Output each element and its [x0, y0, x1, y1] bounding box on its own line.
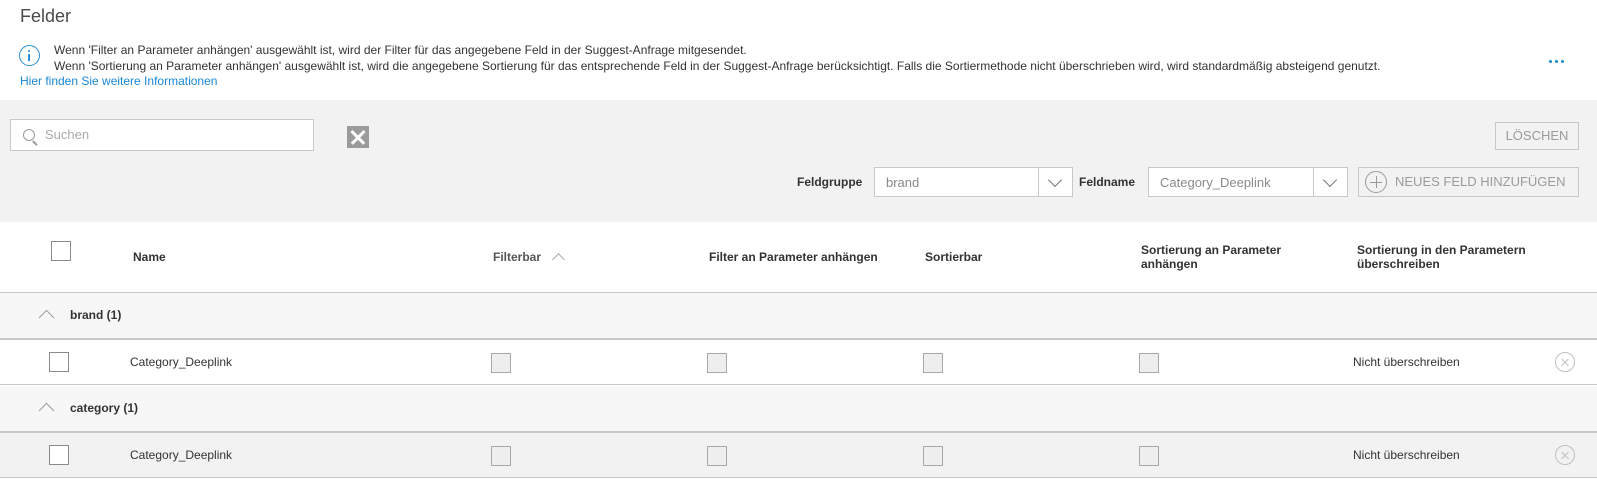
- chevron-down-icon[interactable]: [1038, 168, 1072, 196]
- search-icon: [23, 129, 35, 141]
- fieldgroup-select-value: brand: [886, 175, 920, 190]
- fieldgroup-label: Feldgruppe: [797, 175, 863, 189]
- table-row[interactable]: Category_Deeplink Nicht überschreiben: [0, 339, 1597, 385]
- clear-search-button[interactable]: [347, 126, 369, 148]
- field-name: Category_Deeplink: [130, 448, 233, 462]
- remove-icon[interactable]: [1555, 445, 1575, 465]
- select-all-checkbox[interactable]: [51, 241, 71, 261]
- fieldname-label: Feldname: [1079, 175, 1136, 189]
- sort-param-checkbox[interactable]: [1139, 353, 1159, 373]
- field-name: Category_Deeplink: [130, 355, 233, 369]
- group-label: category (1): [70, 401, 139, 415]
- toolbar: [0, 100, 1597, 222]
- table-header-row: Name Filterbar Filter an Parameter anhän…: [0, 222, 1597, 293]
- group-row[interactable]: category (1): [0, 386, 1597, 432]
- filterbar-checkbox[interactable]: [491, 446, 511, 466]
- remove-icon[interactable]: [1555, 352, 1575, 372]
- column-header-filter-param[interactable]: Filter an Parameter anhängen: [709, 250, 878, 264]
- sortierbar-checkbox[interactable]: [923, 446, 943, 466]
- column-header-sort-overwrite[interactable]: Sortierung in den Parametern überschreib…: [1357, 243, 1567, 271]
- column-header-sortierbar[interactable]: Sortierbar: [925, 250, 982, 264]
- table-row[interactable]: Category_Deeplink Nicht überschreiben: [0, 432, 1597, 478]
- column-header-filterbar[interactable]: Filterbar: [493, 250, 541, 264]
- column-header-sort-param[interactable]: Sortierung an Parameter anhängen: [1141, 243, 1331, 271]
- sort-param-checkbox[interactable]: [1139, 446, 1159, 466]
- plus-circle-icon: [1365, 171, 1387, 193]
- sort-overwrite-value[interactable]: Nicht überschreiben: [1353, 355, 1460, 369]
- search-input[interactable]: [45, 127, 305, 142]
- chevron-up-icon[interactable]: [38, 309, 55, 326]
- fieldname-select-value: Category_Deeplink: [1160, 175, 1271, 190]
- filter-param-checkbox[interactable]: [707, 353, 727, 373]
- info-icon: [19, 45, 40, 66]
- chevron-down-icon[interactable]: [1313, 168, 1347, 196]
- column-header-name[interactable]: Name: [133, 250, 166, 264]
- filter-param-checkbox[interactable]: [707, 446, 727, 466]
- add-field-label: NEUES FELD HINZUFÜGEN: [1395, 174, 1566, 189]
- info-text-line-1: Wenn 'Filter an Parameter anhängen' ausg…: [54, 43, 747, 57]
- filterbar-checkbox[interactable]: [491, 353, 511, 373]
- group-row[interactable]: brand (1): [0, 293, 1597, 339]
- sort-overwrite-value[interactable]: Nicht überschreiben: [1353, 448, 1460, 462]
- search-box[interactable]: [10, 119, 314, 151]
- more-horizontal-icon[interactable]: [1549, 60, 1567, 66]
- chevron-up-icon[interactable]: [38, 402, 55, 419]
- group-label: brand (1): [70, 308, 122, 322]
- add-field-button[interactable]: NEUES FELD HINZUFÜGEN: [1358, 167, 1579, 197]
- row-checkbox[interactable]: [49, 445, 69, 465]
- delete-button[interactable]: LÖSCHEN: [1495, 122, 1579, 150]
- sortierbar-checkbox[interactable]: [923, 353, 943, 373]
- page-title: Felder: [20, 6, 72, 26]
- row-checkbox[interactable]: [49, 352, 69, 372]
- more-info-link[interactable]: Hier finden Sie weitere Informationen: [20, 74, 217, 88]
- fieldname-select[interactable]: Category_Deeplink: [1148, 167, 1348, 197]
- info-text-line-2: Wenn 'Sortierung an Parameter anhängen' …: [54, 59, 1381, 73]
- fieldgroup-select[interactable]: brand: [874, 167, 1073, 197]
